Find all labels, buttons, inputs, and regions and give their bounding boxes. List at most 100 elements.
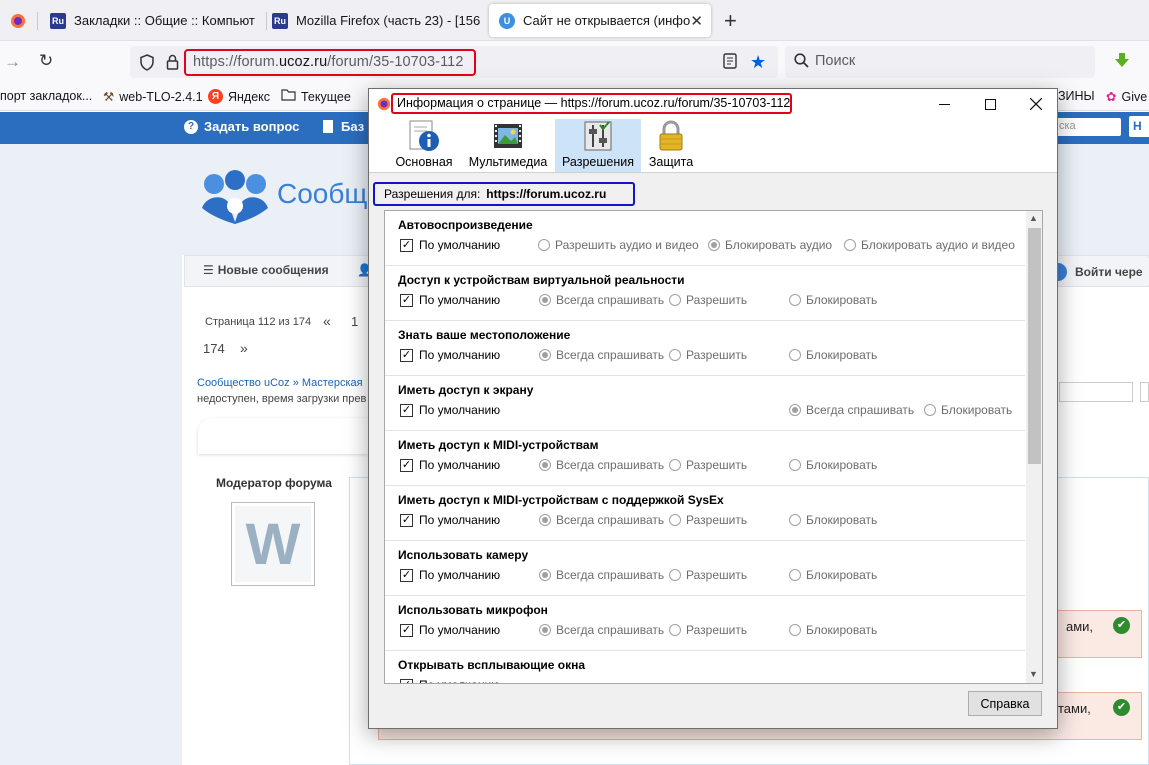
tab-bookmarks[interactable]: Ru Закладки :: Общие :: Компьют [40, 4, 265, 37]
firefox-tab[interactable] [0, 4, 36, 37]
tab-security[interactable]: Защита [646, 119, 696, 172]
permission-radio[interactable]: Всегда спрашивать [539, 348, 664, 362]
reader-view-icon[interactable] [723, 53, 737, 72]
dialog-titlebar[interactable]: Информация о странице — https://forum.uc… [369, 89, 1057, 119]
bookmark-folder[interactable]: Текущее [281, 89, 351, 104]
checkbox-icon: ✓ [400, 403, 413, 417]
permission-radio[interactable]: Разрешить [669, 458, 747, 472]
radio-icon [789, 569, 801, 581]
tab-general[interactable]: Основная [392, 119, 456, 172]
scrollbar-thumb[interactable] [1028, 228, 1041, 464]
default-checkbox[interactable]: ✓ По умолчанию [400, 513, 500, 527]
breadcrumb-home[interactable]: Сообщество uCoz [197, 377, 290, 389]
site-search-button[interactable]: Н [1129, 116, 1149, 137]
permission-radio[interactable]: Всегда спрашивать [789, 403, 914, 417]
tab-active[interactable]: U Сайт не открывается (инфо о ✕ [489, 4, 711, 37]
knowledge-base-link[interactable]: Баз [323, 119, 364, 134]
permission-radio[interactable]: Блокировать аудио [708, 238, 832, 252]
shield-icon[interactable] [139, 54, 155, 74]
minimize-button[interactable] [921, 89, 967, 119]
bookmark-item[interactable]: порт закладок... [0, 89, 92, 103]
checkbox-icon: ✓ [400, 458, 413, 472]
maximize-button[interactable] [967, 89, 1013, 119]
pagination-last[interactable]: 174 [203, 341, 225, 356]
permission-radio[interactable]: Блокировать аудио и видео [844, 238, 1015, 252]
default-checkbox[interactable]: ✓ По умолчанию [400, 293, 500, 307]
permission-radio[interactable]: Всегда спрашивать [539, 513, 664, 527]
bookmark-item[interactable]: ЗИНЫ [1058, 89, 1095, 103]
radio-label: Всегда спрашивать [556, 458, 665, 472]
radio-icon [669, 294, 681, 306]
scroll-up-icon[interactable]: ▲ [1029, 213, 1038, 223]
close-button[interactable] [1013, 89, 1059, 119]
permission-radio[interactable]: Блокировать [789, 513, 877, 527]
radio-label: Блокировать [806, 348, 878, 362]
permission-radio[interactable]: Всегда спрашивать [539, 623, 664, 637]
tab-permissions[interactable]: Разрешения [555, 119, 641, 172]
default-checkbox[interactable]: ✓ По умолчанию [400, 403, 500, 417]
url-text[interactable]: https://forum.ucoz.ru/forum/35-10703-112 [184, 49, 476, 76]
default-checkbox[interactable]: ✓ По умолчанию [400, 678, 500, 683]
permission-radio[interactable]: Всегда спрашивать [539, 293, 664, 307]
permission-radio[interactable]: Блокировать [789, 293, 877, 307]
tab-firefox-topic[interactable]: Ru Mozilla Firefox (часть 23) - [156 [262, 4, 484, 37]
bookmark-item[interactable]: Я Яндекс [208, 89, 270, 104]
permission-radio[interactable]: Разрешить [669, 293, 747, 307]
permission-radio[interactable]: Разрешить [669, 513, 747, 527]
checkbox-icon: ✓ [400, 238, 413, 252]
default-label: По умолчанию [419, 293, 501, 307]
permission-radio[interactable]: Блокировать [924, 403, 1012, 417]
help-button[interactable]: Справка [968, 691, 1042, 716]
checkbox-icon: ✓ [400, 568, 413, 582]
permission-radio[interactable]: Блокировать [789, 568, 877, 582]
pagination-first[interactable]: 1 [351, 314, 358, 329]
ucoz-logo-icon[interactable] [198, 170, 272, 227]
permission-radio[interactable]: Разрешить аудио и видео [538, 238, 699, 252]
default-checkbox[interactable]: ✓ По умолчанию [400, 568, 500, 582]
breadcrumb-sep: » [292, 377, 299, 389]
avatar[interactable]: W [231, 502, 315, 586]
bookmark-item[interactable]: ✿ Give [1106, 89, 1147, 105]
search-placeholder: Поиск [815, 53, 856, 69]
radio-label: Разрешить [686, 568, 748, 582]
permission-radio[interactable]: Блокировать [789, 458, 877, 472]
bookmark-label: Текущее [301, 89, 351, 104]
download-extension-icon[interactable] [1113, 52, 1131, 73]
breadcrumb-section[interactable]: Мастерская [302, 377, 363, 389]
permission-radio[interactable]: Всегда спрашивать [539, 568, 664, 582]
radio-icon [539, 349, 551, 361]
pagination-next[interactable]: » [240, 340, 248, 356]
scroll-down-icon[interactable]: ▼ [1029, 669, 1038, 679]
pagination-prev[interactable]: « [323, 313, 331, 329]
search-input[interactable]: Поиск [785, 46, 1095, 78]
permission-radio[interactable]: Блокировать [789, 623, 877, 637]
bookmark-item[interactable]: ⚒ web-TLO-2.4.1 [103, 89, 203, 105]
permission-radio[interactable]: Разрешить [669, 348, 747, 362]
default-checkbox[interactable]: ✓ По умолчанию [400, 348, 500, 362]
radio-label: Разрешить [686, 293, 748, 307]
reply-button[interactable] [1140, 382, 1149, 402]
radio-icon [539, 624, 551, 636]
permissions-list[interactable]: ▲ ▼ Автовоспроизведение ✓ По умолчанию Разр… [384, 210, 1043, 684]
new-tab-button[interactable]: + [724, 8, 737, 34]
permission-radio[interactable]: Всегда спрашивать [539, 458, 664, 472]
forward-icon[interactable]: → [4, 52, 21, 72]
permission-row: Доступ к устройствам виртуальной реально… [385, 266, 1025, 321]
default-checkbox[interactable]: ✓ По умолчанию [400, 458, 500, 472]
default-checkbox[interactable]: ✓ По умолчанию [400, 623, 500, 637]
check-icon: ✔ [1113, 699, 1130, 716]
permission-radio[interactable]: Разрешить [669, 568, 747, 582]
lock-icon[interactable] [166, 54, 179, 73]
permission-radio[interactable]: Разрешить [669, 623, 747, 637]
bookmark-star-icon[interactable]: ★ [750, 52, 766, 73]
reply-input[interactable] [1059, 382, 1133, 402]
ask-question-link[interactable]: ? Задать вопрос [184, 119, 299, 134]
default-checkbox[interactable]: ✓ По умолчанию [400, 238, 500, 252]
tab-media[interactable]: Мультимедиа [466, 119, 550, 172]
login-link[interactable]: Войти чере [1049, 258, 1149, 285]
reload-icon[interactable]: ↻ [39, 51, 53, 71]
site-search-input[interactable]: ска [1055, 118, 1121, 136]
new-messages-link[interactable]: ☰ Новые сообщения [203, 263, 329, 277]
close-tab-icon[interactable]: ✕ [690, 12, 703, 30]
permission-radio[interactable]: Блокировать [789, 348, 877, 362]
